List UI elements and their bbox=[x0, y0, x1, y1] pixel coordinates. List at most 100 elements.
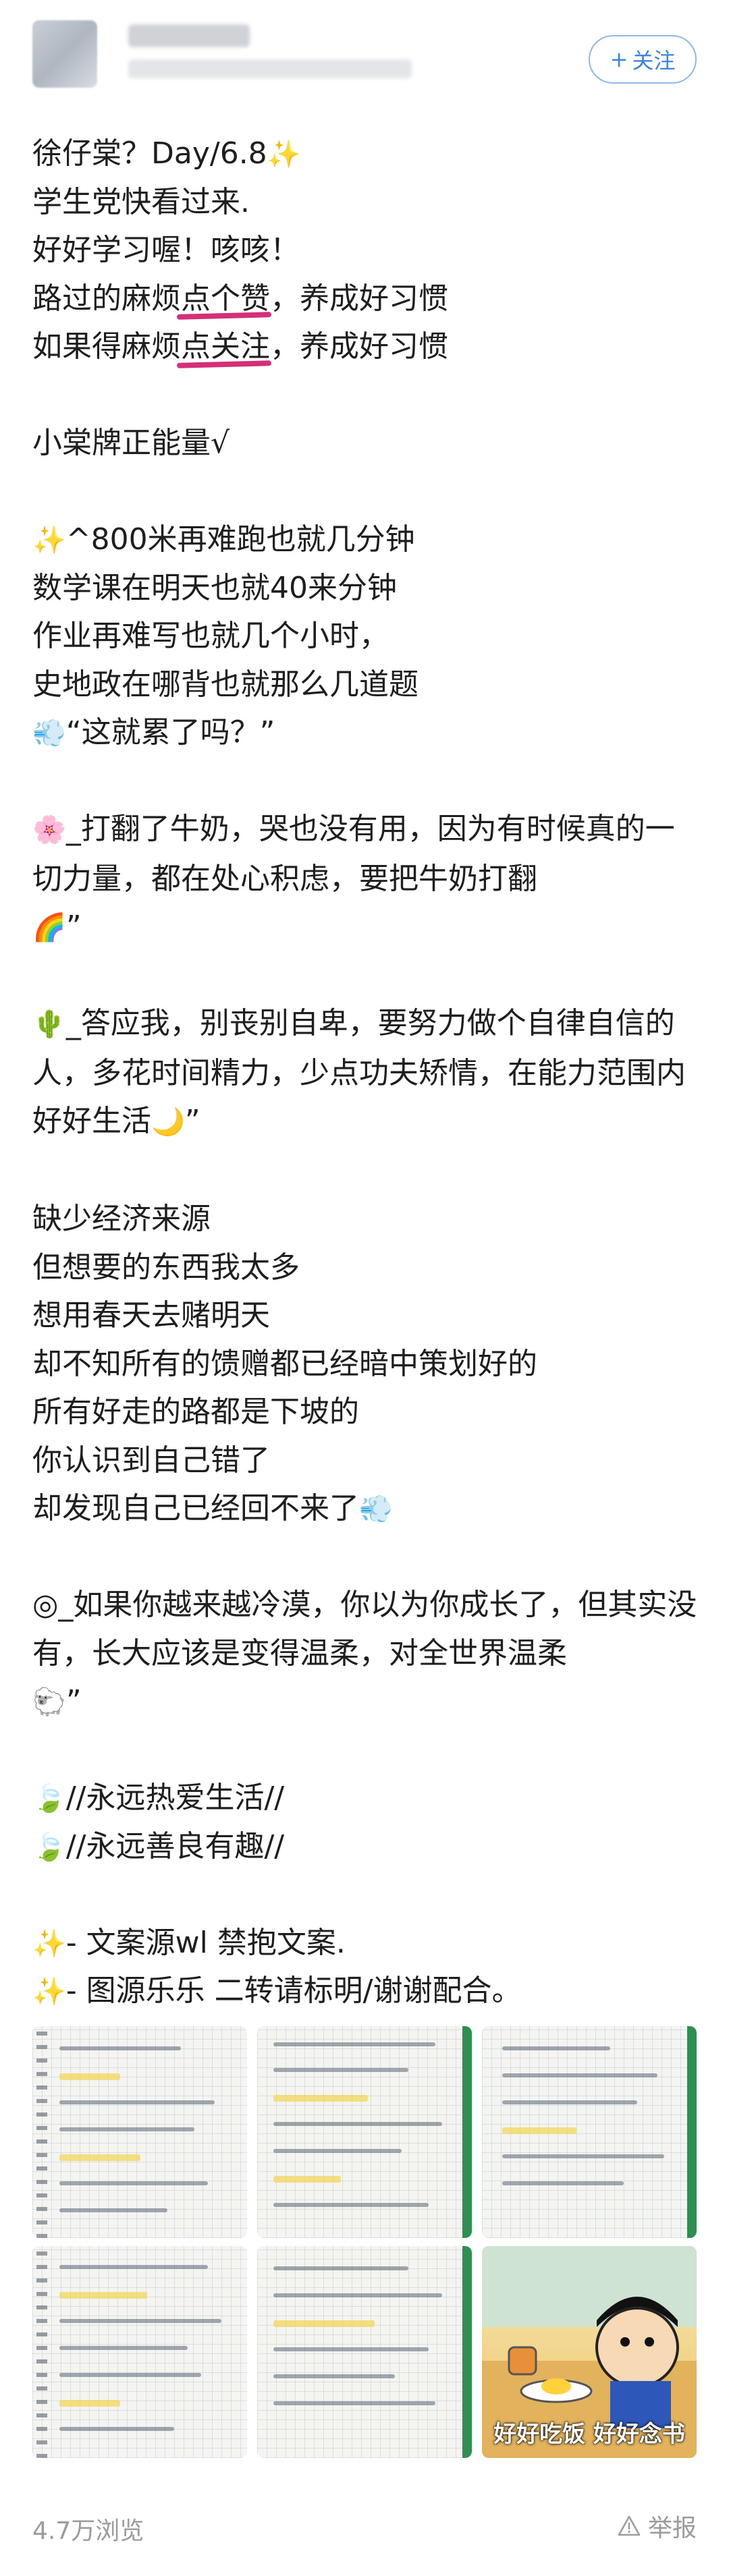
handwriting bbox=[273, 2203, 429, 2207]
highlight-mark bbox=[273, 2095, 368, 2102]
handwriting bbox=[59, 2181, 208, 2185]
cherry-blossom-icon: 🌸 bbox=[32, 814, 66, 845]
author-meta-blurred bbox=[128, 59, 412, 78]
follow-button[interactable]: + 关注 bbox=[589, 35, 697, 84]
sparkles-icon: ✨ bbox=[267, 139, 301, 170]
post-line: 却不知所有的馈赠都已经暗中策划好的 bbox=[32, 1346, 537, 1381]
handwriting bbox=[273, 2266, 408, 2270]
post-line: 数学课在明天也就40来分钟 bbox=[32, 570, 397, 605]
post-line: 缺少经济来源 bbox=[32, 1202, 211, 1236]
spiral-binding bbox=[36, 2246, 47, 2458]
handwriting bbox=[59, 2373, 201, 2377]
underlined-text: 点关注 bbox=[176, 323, 272, 371]
gallery-image[interactable]: 好好吃饭 好好念书 bbox=[482, 2246, 697, 2458]
gallery-image[interactable] bbox=[257, 2246, 472, 2458]
follow-label: 关注 bbox=[632, 48, 676, 74]
post-line: 却发现自己已经回不来了💨 bbox=[32, 1484, 701, 1533]
post-footer: 4.7万浏览 举报 bbox=[0, 2496, 729, 2564]
avatar[interactable] bbox=[32, 20, 97, 88]
wind-icon: 💨 bbox=[359, 1494, 393, 1525]
cup bbox=[508, 2346, 537, 2376]
report-label: 举报 bbox=[647, 2515, 697, 2542]
notebook-edge bbox=[462, 2026, 472, 2238]
highlight-mark bbox=[59, 2292, 147, 2299]
sparkles-icon: ✨ bbox=[32, 1928, 66, 1959]
post-content: 徐仔棠？Day/6.8✨ 学生党快看过来. 好好学习喔！咳咳！ 路过的麻烦点个赞… bbox=[32, 130, 701, 2015]
post-paragraph: ◎_如果你越来越冷漠，你以为你成长了，但其实没有，长大应该是变得温柔，对全世界温… bbox=[32, 1588, 697, 1671]
underlined-text: 点个赞 bbox=[176, 275, 272, 323]
post-line: 史地政在哪背也就那么几道题 bbox=[32, 667, 418, 702]
post-header: + 关注 bbox=[0, 0, 729, 101]
gallery-image[interactable] bbox=[257, 2026, 472, 2238]
leaf-icon: 🍃 bbox=[32, 1831, 66, 1863]
post-line: ✨- 文案源wl 禁抱文案. bbox=[32, 1919, 701, 1967]
highlight-mark bbox=[502, 2127, 576, 2134]
post-line: 所有好走的路都是下坡的 bbox=[32, 1395, 359, 1429]
wind-icon: 💨 bbox=[32, 718, 66, 749]
post-line: 徐仔棠？Day/6.8✨ bbox=[32, 130, 701, 178]
post-line: 路过的麻烦点个赞 ，养成好习惯 bbox=[32, 275, 701, 323]
handwriting bbox=[59, 2427, 174, 2431]
notebook-edge bbox=[687, 2026, 697, 2238]
image-caption: 好好吃饭 好好念书 bbox=[493, 2421, 685, 2448]
sparkles-icon: ✨ bbox=[32, 525, 66, 556]
egg-yolk bbox=[541, 2378, 571, 2395]
handwriting bbox=[502, 2154, 664, 2158]
handwriting bbox=[59, 2346, 188, 2350]
rainbow-icon: 🌈 bbox=[32, 912, 66, 943]
post-line: 🍃//永远善良有趣// bbox=[32, 1822, 701, 1871]
highlight-mark bbox=[273, 2320, 375, 2327]
leaf-icon: 🍃 bbox=[32, 1783, 66, 1814]
post-line: 但想要的东西我太多 bbox=[32, 1250, 300, 1285]
sparkles-icon: ✨ bbox=[32, 1976, 66, 2007]
highlight-mark bbox=[59, 2400, 120, 2407]
character-eye bbox=[645, 2337, 654, 2347]
character-eye bbox=[620, 2337, 630, 2347]
warning-triangle-icon bbox=[618, 2515, 641, 2536]
post-line: 你认识到自己错了 bbox=[32, 1443, 270, 1478]
handwriting bbox=[502, 2073, 657, 2077]
highlight-mark bbox=[273, 2176, 341, 2183]
highlight-mark bbox=[59, 2154, 140, 2161]
notebook-page bbox=[257, 2246, 472, 2458]
post-line: 小棠牌正能量√ bbox=[32, 426, 230, 460]
handwriting bbox=[273, 2068, 408, 2072]
post-line: 🌈” bbox=[32, 903, 701, 951]
handwriting bbox=[502, 2181, 624, 2185]
gallery-image[interactable] bbox=[32, 2246, 247, 2458]
handwriting bbox=[59, 2319, 221, 2323]
post-line: 作业再难写也就几个小时， bbox=[32, 619, 389, 653]
post-line: 💨“这就累了吗？” bbox=[32, 708, 701, 757]
post-line: ✨^800米再难跑也就几分钟 bbox=[32, 515, 701, 564]
post-paragraph: 🌵_答应我，别丧别自卑，要努力做个自律自信的人，多花时间精力，少点功夫矫情，在能… bbox=[32, 999, 701, 1147]
crescent-moon-icon: 🌙 bbox=[151, 1107, 185, 1138]
gallery-image[interactable] bbox=[482, 2026, 697, 2238]
handwriting bbox=[273, 2042, 435, 2046]
handwriting bbox=[59, 2265, 208, 2269]
post-line: 🐑” bbox=[32, 1677, 701, 1726]
highlight-mark bbox=[59, 2073, 120, 2080]
notebook-page bbox=[32, 2026, 247, 2238]
post-line: 如果得麻烦点关注 ，养成好习惯 bbox=[32, 323, 701, 371]
author-name-blurred[interactable] bbox=[128, 24, 250, 47]
post-line: 学生党快看过来. bbox=[32, 184, 250, 219]
handwriting bbox=[273, 2293, 442, 2297]
post-paragraph: 🌸_打翻了牛奶，哭也没有用，因为有时候真的一切力量，都在处心积虑，要把牛奶打翻 bbox=[32, 805, 701, 903]
sheep-icon: 🐑 bbox=[32, 1687, 66, 1718]
handwriting bbox=[59, 2100, 215, 2104]
plus-icon: + bbox=[610, 47, 628, 72]
handwriting bbox=[273, 2374, 395, 2378]
gallery-image[interactable] bbox=[32, 2026, 247, 2238]
notebook-page bbox=[32, 2246, 247, 2458]
handwriting bbox=[273, 2347, 429, 2351]
handwriting bbox=[273, 2122, 442, 2126]
handwriting bbox=[502, 2046, 610, 2050]
handwriting bbox=[59, 2127, 194, 2131]
report-button[interactable]: 举报 bbox=[617, 2509, 697, 2544]
